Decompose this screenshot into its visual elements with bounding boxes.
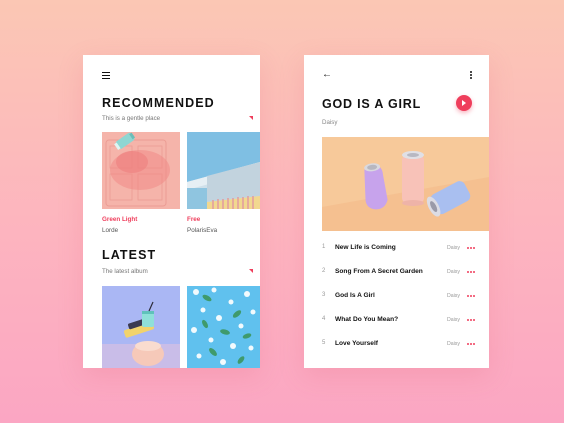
song-title: GOD IS A GIRL xyxy=(322,97,422,111)
more-horiz-icon[interactable] xyxy=(467,247,477,249)
browse-card: RECOMMENDED This is a gentle place Green… xyxy=(83,55,260,368)
track-row[interactable]: 3 God Is A Girl Daisy xyxy=(322,292,482,316)
album-title-green-light[interactable]: Green Light xyxy=(102,216,137,223)
track-row[interactable]: 2 Song From A Secret Garden Daisy xyxy=(322,268,482,292)
track-row[interactable]: 4 What Do You Mean? Daisy xyxy=(322,316,482,340)
album-cover-latest-2[interactable] xyxy=(187,286,260,368)
album-artist-lorde: Lorde xyxy=(102,227,119,234)
latest-subtitle: The latest album xyxy=(102,268,148,275)
player-card: ← GOD IS A GIRL Daisy 1 New Life is Comi… xyxy=(304,55,489,368)
more-vert-icon[interactable] xyxy=(470,71,473,81)
track-number: 2 xyxy=(322,268,326,274)
track-number: 5 xyxy=(322,340,326,346)
track-name: New Life is Coming xyxy=(335,244,396,251)
more-horiz-icon[interactable] xyxy=(467,319,477,321)
track-artist: Daisy xyxy=(447,292,460,299)
building-image xyxy=(187,132,260,209)
track-number: 1 xyxy=(322,244,326,250)
track-list: 1 New Life is Coming Daisy 2 Song From A… xyxy=(322,244,482,364)
more-horiz-icon[interactable] xyxy=(467,295,477,297)
menu-icon[interactable] xyxy=(102,72,110,80)
track-name: What Do You Mean? xyxy=(335,316,399,323)
track-artist: Daisy xyxy=(447,340,460,347)
cup-sculpture-image xyxy=(102,286,180,368)
track-artist: Daisy xyxy=(447,244,460,251)
play-icon xyxy=(462,99,467,106)
track-name: Love Yourself xyxy=(335,340,378,347)
recommended-subtitle: This is a gentle place xyxy=(102,115,161,122)
track-row[interactable]: 5 Love Yourself Daisy xyxy=(322,340,482,364)
track-name: Song From A Secret Garden xyxy=(335,268,423,275)
latest-more-marker[interactable] xyxy=(249,269,253,273)
album-artist-polariseva: PolarisEva xyxy=(187,227,218,234)
album-cover xyxy=(322,137,489,231)
track-number: 4 xyxy=(322,316,326,322)
spray-can-image xyxy=(102,132,180,209)
album-cover-free[interactable] xyxy=(187,132,260,209)
track-number: 3 xyxy=(322,292,326,298)
track-row[interactable]: 1 New Life is Coming Daisy xyxy=(322,244,482,268)
recommended-more-marker[interactable] xyxy=(249,116,253,120)
soda-cans-image xyxy=(322,137,489,231)
more-horiz-icon[interactable] xyxy=(467,271,477,273)
track-name: God Is A Girl xyxy=(335,292,375,299)
album-cover-latest-1[interactable] xyxy=(102,286,180,368)
back-arrow-icon[interactable]: ← xyxy=(322,70,332,80)
track-artist: Daisy xyxy=(447,268,460,275)
leaves-pills-image xyxy=(187,286,260,368)
play-button[interactable] xyxy=(456,95,472,111)
album-title-free[interactable]: Free xyxy=(187,216,200,223)
recommended-title: RECOMMENDED xyxy=(102,96,215,110)
more-horiz-icon[interactable] xyxy=(467,343,477,345)
song-artist: Daisy xyxy=(322,119,338,126)
album-cover-green-light[interactable] xyxy=(102,132,180,209)
track-artist: Daisy xyxy=(447,316,460,323)
latest-title: LATEST xyxy=(102,248,157,262)
